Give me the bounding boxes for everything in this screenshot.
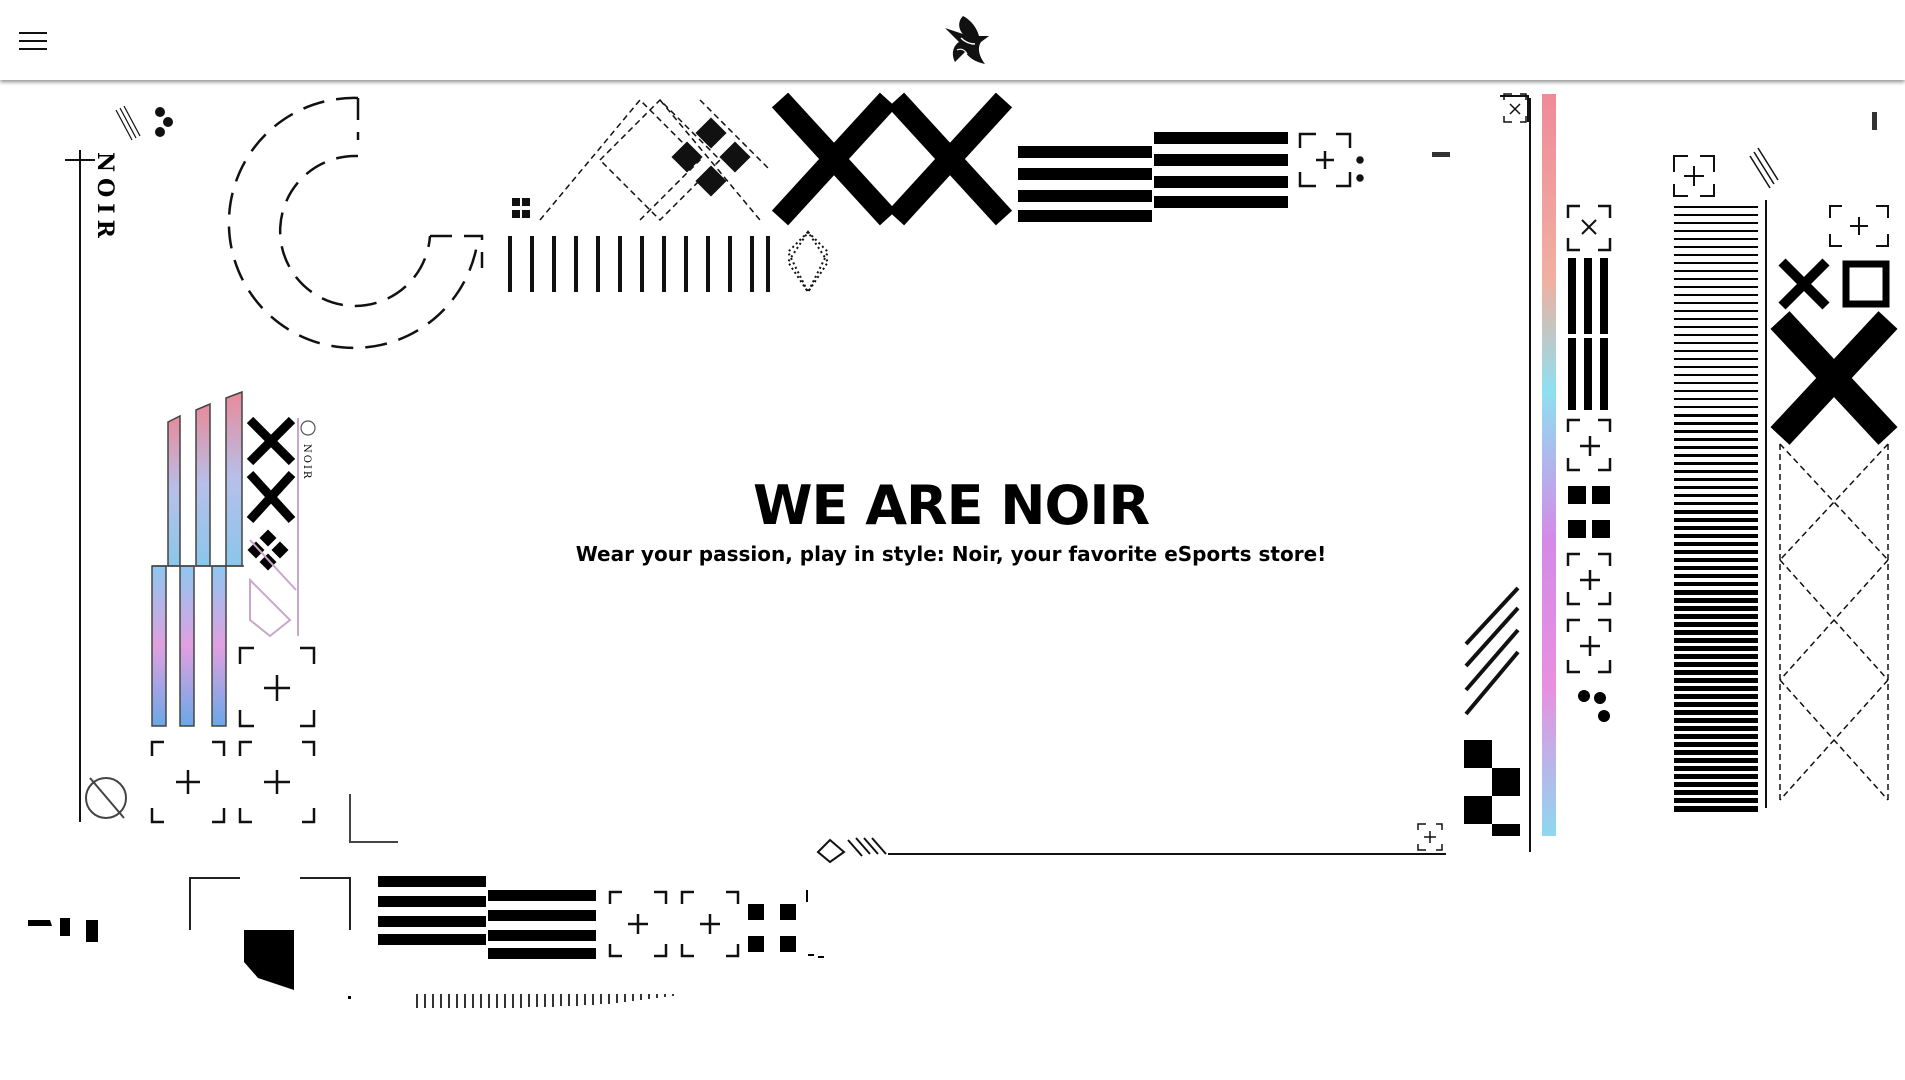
gradient-bars-left	[151, 390, 244, 727]
hamburger-line	[19, 48, 47, 50]
stacked-x-left	[246, 416, 296, 524]
dashed-arcs	[227, 96, 484, 350]
hamburger-menu-button[interactable]	[14, 24, 52, 58]
rainbow-bar	[1542, 94, 1556, 836]
null-circle-icon	[85, 777, 127, 819]
top-nav-bar	[0, 0, 1905, 80]
crosshair-bottom-group	[608, 890, 740, 958]
hero-title: WE ARE NOIR	[752, 474, 1150, 537]
fine-ticks-bottom	[416, 994, 674, 1008]
corner-bracket	[349, 794, 398, 843]
dotted-heart	[786, 230, 830, 294]
brand-small-text: NOIR	[301, 444, 312, 480]
duck-logo-icon[interactable]	[935, 12, 995, 68]
horizontal-bars-top	[1018, 132, 1288, 222]
brand-vertical-text: NOIR	[92, 152, 118, 244]
crosshair-x-top	[1503, 93, 1527, 123]
hamburger-menu-icon	[19, 32, 47, 34]
small-tick	[1872, 112, 1877, 130]
x-and-square	[1770, 258, 1898, 445]
bottom-frame-decor	[816, 837, 887, 864]
small-dash	[1432, 152, 1450, 157]
small-circle	[300, 420, 316, 436]
diagonal-slashes	[1464, 586, 1520, 716]
solid-diamonds	[512, 117, 751, 218]
bottom-left-cluster	[28, 877, 351, 999]
big-xx-glyphs	[771, 92, 1013, 226]
hero-section: WE ARE NOIR Wear your passion, play in s…	[540, 472, 1362, 568]
far-right-stripes	[1674, 206, 1758, 812]
hamburger-line	[19, 40, 47, 42]
hero-subtitle: Wear your passion, play in style: Noir, …	[575, 542, 1327, 566]
crosshair-bottom-right	[1417, 823, 1443, 851]
crosshair-top	[1298, 132, 1364, 188]
hero-decorative-artwork: NOIR NOIR	[28, 92, 1898, 1008]
vertical-bars-top	[508, 236, 770, 292]
small-diamonds-left	[247, 529, 289, 571]
checker-pattern-right	[1464, 740, 1520, 836]
squares-bottom	[748, 890, 824, 958]
crosshair-left-group	[150, 646, 316, 824]
dashed-x-lattice	[1779, 443, 1889, 801]
horizontal-bars-bottom	[378, 876, 596, 959]
